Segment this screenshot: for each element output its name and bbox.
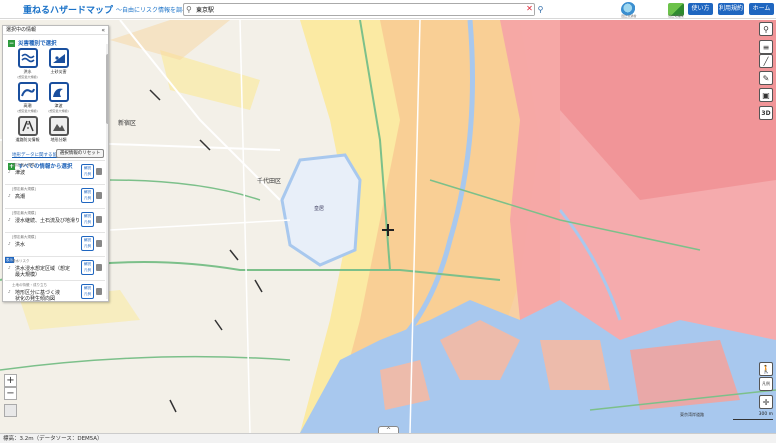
info-icon[interactable]: ♪ [8,169,11,174]
trash-icon[interactable] [96,264,102,271]
how-to-button[interactable]: 使い方 [688,3,713,15]
status-bar: 標高：3.2m（データソース：DEM5A） [0,433,776,443]
search-icon: ⚲ [186,4,192,14]
map-label-bay: 東京湾岸道路 [680,412,704,417]
storm-surge-icon [17,82,38,102]
hazard-sub: (想定最大規模) [48,109,69,113]
hazard-select-section[interactable]: − 災害種別で選択 [3,38,108,48]
mlit-logo-caption: 国土交通省 [621,14,637,18]
terms-button[interactable]: 利用規約 [718,3,744,15]
layer-category: 土地の特徴・成り立ち [12,283,47,287]
layer-name: 津波 [15,170,26,176]
clear-search-icon[interactable]: ✕ [525,4,534,13]
trash-icon[interactable] [96,288,102,295]
hazard-icon-grid: 洪水 (想定最大規模) 土砂災害 高潮 (想定最大規模) 津波 (想定最大規模) [3,48,103,150]
layer-name-line2: 状化の発生傾向図 [15,296,56,302]
layer-name-line2: 最大規模） [15,272,41,278]
map-label-shinjuku: 新宿区 [118,120,137,127]
draw-tool-icon[interactable]: ╱ [759,54,773,68]
legend-button[interactable]: 解説 凡例 [81,236,94,251]
home-button[interactable]: ホーム [749,3,774,15]
layer-item[interactable]: [想定最大規模] ♪ 津波 解説 凡例 [5,160,105,184]
layer-name: 高潮 [15,194,26,200]
hazard-label: 土砂災害 [50,69,67,74]
3d-tool-icon[interactable]: 3D [759,106,773,120]
layer-item[interactable]: [想定最大規模] ♪ 高潮 解説 凡例 [5,184,105,208]
hazard-flood[interactable]: 洪水 (想定最大規模) [12,48,43,82]
panel-collapse-icon[interactable]: « [101,27,105,34]
trash-icon[interactable] [96,168,102,175]
selected-layer-list: [想定最大規模] ♪ 津波 解説 凡例 [想定最大規模] ♪ 高潮 解説 凡例 … [5,160,105,302]
info-icon[interactable]: ♪ [8,241,11,246]
search-submit-icon[interactable]: ⚲ [535,3,546,16]
hazard-label: 道路防災情報 [15,137,40,142]
trash-icon[interactable] [96,240,102,247]
location-button[interactable] [4,404,17,417]
panel-heading: 選択中の情報 [3,26,108,35]
hazard-sub: (想定最大規模) [17,109,38,113]
legend-button[interactable]: 解説 凡例 [81,188,94,203]
map-label-chiyoda: 千代田区 [257,178,282,185]
gsi-logo-caption: 国土地理院 [668,14,684,18]
hazard-landslide[interactable]: 土砂災害 [43,48,74,82]
legend-button[interactable]: 解説 凡例 [81,164,94,179]
info-icon[interactable]: ♪ [8,289,11,294]
hazard-terrain[interactable]: 地形分類 [43,116,74,150]
road-icon [17,116,38,136]
hazard-road[interactable]: 道路防災情報 [12,116,43,150]
legend-button[interactable]: 解説 凡例 [81,284,94,299]
layer-category: [想定最大規模] [12,163,36,167]
hazard-label: 地形分類 [50,137,67,142]
search-box[interactable]: ⚲ [183,3,535,16]
minus-icon: − [8,39,15,47]
app-title[interactable]: 重ねるハザードマップ [23,3,113,16]
walking-person-icon[interactable]: 🚶 [759,362,773,376]
legend-tool-button[interactable]: 凡例 [759,377,773,391]
menu-tool-icon[interactable]: ≡ [759,40,773,54]
zoom-in-button[interactable]: + [4,374,17,387]
landslide-icon [48,48,69,68]
map-scale: 300 m [733,412,773,420]
pen-tool-icon[interactable]: ✎ [759,71,773,85]
hazard-storm-surge[interactable]: 高潮 (想定最大規模) [12,82,43,116]
print-tool-icon[interactable]: ▣ [759,88,773,102]
info-icon[interactable]: ♪ [8,193,11,198]
compass-icon[interactable]: ✛ [759,395,773,409]
search-tool-icon[interactable]: ⚲ [759,22,773,36]
map-label-kokyo: 皇居 [314,206,325,212]
layer-category: [想定最大規模] [12,211,36,215]
layer-item[interactable]: 土地の特徴・成り立ち ♪ 地形区分に基づく液 状化の発生傾向図 解説 凡例 [5,280,105,302]
trash-icon[interactable] [96,192,102,199]
flood-icon [17,48,38,68]
reset-selection-button[interactable]: 選択情報のリセット [56,149,104,158]
layer-name: 浸水継続、土石流及び地滑り [15,218,81,224]
legend-button[interactable]: 解説 凡例 [81,212,94,227]
layer-item[interactable]: 表示 浸水リスク ♪ 洪水浸水想定区域（想定 最大規模） 解説 凡例 [5,256,105,280]
hazard-select-title: 災害種別で選択 [18,41,57,47]
hazard-sub: (想定最大規模) [17,75,38,79]
terrain-icon [48,116,69,136]
search-input[interactable] [196,4,534,15]
layer-category: [想定最大規模] [12,187,36,191]
trash-icon[interactable] [96,216,102,223]
layer-item[interactable]: [想定最大規模] ♪ 浸水継続、土石流及び地滑り 解説 凡例 [5,208,105,232]
info-icon[interactable]: ♪ [8,217,11,222]
zoom-out-button[interactable]: − [4,387,17,400]
scrollbar-thumb[interactable] [106,54,108,124]
layer-item[interactable]: [想定最大規模] ♪ 洪水 解説 凡例 [5,232,105,256]
layer-name: 洪水 [15,242,26,248]
panel-scrollbar[interactable] [106,44,108,299]
layer-category: 浸水リスク [12,259,30,263]
legend-button[interactable]: 解説 凡例 [81,260,94,275]
info-icon[interactable]: ♪ [8,265,11,270]
hazard-tsunami[interactable]: 津波 (想定最大規模) [43,82,74,116]
center-crosshair-icon [382,224,394,236]
tsunami-icon [48,82,69,102]
info-panel[interactable]: 選択中の情報 « − 災害種別で選択 洪水 (想定最大規模) 土砂災害 高潮 (… [2,25,109,302]
layer-category: [想定最大規模] [12,235,36,239]
